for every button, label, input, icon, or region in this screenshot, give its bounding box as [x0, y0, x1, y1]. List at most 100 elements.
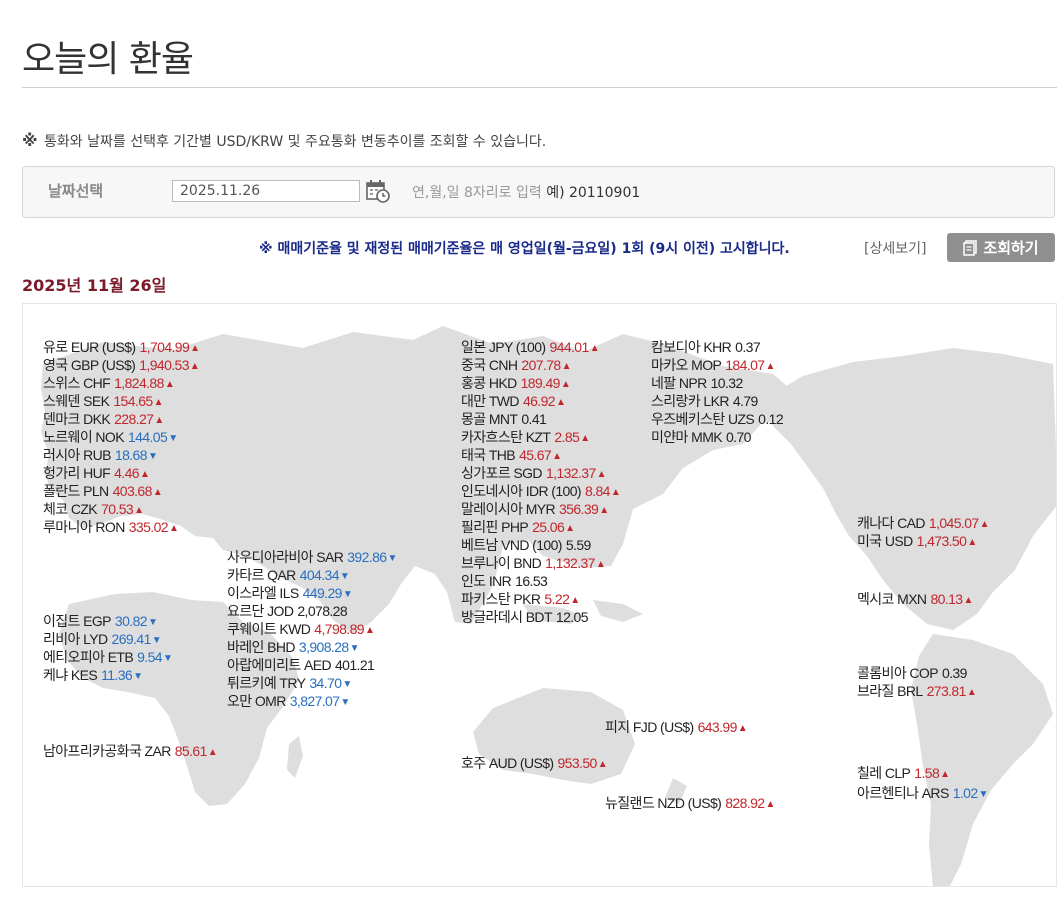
rate-value: 335.02	[128, 519, 169, 535]
rate-item[interactable]: 러시아 RUB 18.68▼	[43, 447, 158, 465]
rate-currency-name: 마카오 MOP	[651, 357, 722, 373]
rate-item[interactable]: 아랍에미리트 AED 401.21	[227, 657, 375, 673]
up-arrow-icon: ▲	[164, 379, 175, 390]
rate-item[interactable]: 영국 GBP (US$) 1,940.53▲	[43, 357, 200, 375]
up-arrow-icon: ▲	[190, 343, 200, 354]
rate-item[interactable]: 방글라데시 BDT 12.05	[461, 609, 589, 625]
rate-item[interactable]: 쿠웨이트 KWD 4,798.89▲	[227, 621, 375, 639]
notice-mark: ※	[22, 131, 38, 150]
rate-item[interactable]: 헝가리 HUF 4.46▲	[43, 465, 150, 483]
rate-item[interactable]: 멕시코 MXN 80.13▲	[857, 591, 973, 609]
up-arrow-icon: ▲	[597, 759, 608, 770]
rate-currency-name: 파키스탄 PKR	[461, 591, 541, 607]
down-arrow-icon: ▼	[147, 617, 158, 628]
rate-item[interactable]: 칠레 CLP 1.58▲	[857, 765, 950, 783]
down-arrow-icon: ▼	[342, 679, 352, 690]
up-arrow-icon: ▲	[152, 487, 163, 498]
rate-item[interactable]: 몽골 MNT 0.41	[461, 411, 547, 427]
rate-item[interactable]: 스리랑카 LKR 4.79	[651, 393, 758, 409]
rate-item[interactable]: 폴란드 PLN 403.68▲	[43, 483, 163, 501]
rate-value: 1,473.50	[916, 533, 967, 549]
rate-value: 1.58	[914, 765, 940, 781]
rate-item[interactable]: 홍콩 HKD 189.49▲	[461, 375, 571, 393]
rate-item[interactable]: 싱가포르 SGD 1,132.37▲	[461, 465, 607, 483]
date-input[interactable]	[172, 180, 360, 202]
rate-item[interactable]: 카타르 QAR 404.34▼	[227, 567, 350, 585]
rate-item[interactable]: 대만 TWD 46.92▲	[461, 393, 566, 411]
rate-item[interactable]: 일본 JPY (100) 944.01▲	[461, 339, 600, 357]
up-arrow-icon: ▲	[966, 687, 977, 698]
rate-value: 392.86	[347, 549, 387, 565]
rate-item[interactable]: 인도네시아 IDR (100) 8.84▲	[461, 483, 621, 501]
rate-value: 2.85	[554, 429, 580, 445]
down-arrow-icon: ▼	[162, 653, 173, 664]
date-select-panel: 날짜선택 연,월,일 8자리로 입력 예) 20110901	[22, 166, 1055, 218]
rate-currency-name: 브라질 BRL	[857, 683, 923, 699]
rate-item[interactable]: 캐나다 CAD 1,045.07▲	[857, 515, 990, 533]
rate-item[interactable]: 튀르키예 TRY 34.70▼	[227, 675, 352, 693]
rate-item[interactable]: 남아프리카공화국 ZAR 85.61▲	[43, 743, 218, 761]
rate-value: 0.41	[521, 411, 547, 427]
rate-item[interactable]: 콜롬비아 COP 0.39	[857, 665, 967, 681]
rate-item[interactable]: 스웨덴 SEK 154.65▲	[43, 393, 164, 411]
rate-item[interactable]: 케냐 KES 11.36▼	[43, 667, 143, 685]
rate-item[interactable]: 미얀마 MMK 0.70	[651, 429, 751, 445]
calendar-icon[interactable]	[366, 179, 390, 203]
rate-value: 1,824.88	[114, 375, 164, 391]
rate-value: 154.65	[113, 393, 153, 409]
rate-item[interactable]: 네팔 NPR 10.32	[651, 375, 743, 391]
notice-message: 통화와 날짜를 선택후 기간별 USD/KRW 및 주요통화 변동추이를 조회할…	[44, 134, 547, 150]
rate-item[interactable]: 바레인 BHD 3,908.28▼	[227, 639, 360, 657]
rate-item[interactable]: 요르단 JOD 2,078.28	[227, 603, 348, 619]
rate-item[interactable]: 파키스탄 PKR 5.22▲	[461, 591, 580, 609]
rate-item[interactable]: 카자흐스탄 KZT 2.85▲	[461, 429, 590, 447]
rate-item[interactable]: 에티오피아 ETB 9.54▼	[43, 649, 173, 667]
rate-currency-name: 루마니아 RON	[43, 519, 125, 535]
rate-item[interactable]: 피지 FJD (US$) 643.99▲	[605, 719, 748, 737]
rate-item[interactable]: 캄보디아 KHR 0.37	[651, 339, 761, 355]
rate-item[interactable]: 인도 INR 16.53	[461, 573, 548, 589]
rate-item[interactable]: 유로 EUR (US$) 1,704.99▲	[43, 339, 200, 357]
query-button[interactable]: 조회하기	[947, 233, 1055, 262]
rate-item[interactable]: 아르헨티나 ARS 1.02▼	[857, 785, 988, 803]
rate-item[interactable]: 이스라엘 ILS 449.29▼	[227, 585, 353, 603]
rate-item[interactable]: 태국 THB 45.67▲	[461, 447, 562, 465]
rate-item[interactable]: 리비아 LYD 269.41▼	[43, 631, 162, 649]
rate-currency-name: 멕시코 MXN	[857, 591, 927, 607]
rate-item[interactable]: 브루나이 BND 1,132.37▲	[461, 555, 606, 573]
rate-item[interactable]: 말레이시아 MYR 356.39▲	[461, 501, 609, 519]
rate-item[interactable]: 스위스 CHF 1,824.88▲	[43, 375, 175, 393]
detail-link[interactable]: [상세보기]	[864, 238, 926, 258]
rate-item[interactable]: 사우디아라비아 SAR 392.86▼	[227, 549, 397, 567]
rate-currency-name: 미얀마 MMK	[651, 429, 723, 445]
rate-item[interactable]: 오만 OMR 3,827.07▼	[227, 693, 350, 711]
rate-value: 269.41	[111, 631, 152, 647]
rate-value: 207.78	[521, 357, 561, 373]
rate-item[interactable]: 노르웨이 NOK 144.05▼	[43, 429, 178, 447]
rate-item[interactable]: 중국 CNH 207.78▲	[461, 357, 572, 375]
rate-item[interactable]: 호주 AUD (US$) 953.50▲	[461, 755, 608, 773]
rate-item[interactable]: 덴마크 DKK 228.27▲	[43, 411, 164, 429]
rate-item[interactable]: 베트남 VND (100) 5.59	[461, 537, 591, 553]
up-arrow-icon: ▲	[589, 343, 600, 354]
rate-item[interactable]: 이집트 EGP 30.82▼	[43, 613, 158, 631]
rate-item[interactable]: 브라질 BRL 273.81▲	[857, 683, 977, 701]
rate-currency-name: 남아프리카공화국 ZAR	[43, 743, 171, 759]
up-arrow-icon: ▲	[555, 397, 566, 408]
down-arrow-icon: ▼	[151, 635, 162, 646]
up-arrow-icon: ▲	[610, 487, 621, 498]
rate-item[interactable]: 뉴질랜드 NZD (US$) 828.92▲	[605, 795, 775, 813]
rate-item[interactable]: 우즈베키스탄 UZS 0.12	[651, 411, 784, 427]
up-arrow-icon: ▲	[963, 595, 974, 606]
rate-currency-name: 영국 GBP (US$)	[43, 357, 136, 373]
rate-item[interactable]: 루마니아 RON 335.02▲	[43, 519, 179, 537]
query-button-label: 조회하기	[983, 239, 1039, 257]
rate-value: 189.49	[520, 375, 561, 391]
rate-item[interactable]: 마카오 MOP 184.07▲	[651, 357, 775, 375]
up-arrow-icon: ▲	[168, 523, 179, 534]
rate-item[interactable]: 미국 USD 1,473.50▲	[857, 533, 977, 551]
rate-item[interactable]: 체코 CZK 70.53▲	[43, 501, 144, 519]
rate-item[interactable]: 필리핀 PHP 25.06▲	[461, 519, 575, 537]
rate-value: 1,940.53	[139, 357, 189, 373]
rate-currency-name: 일본 JPY (100)	[461, 339, 546, 355]
